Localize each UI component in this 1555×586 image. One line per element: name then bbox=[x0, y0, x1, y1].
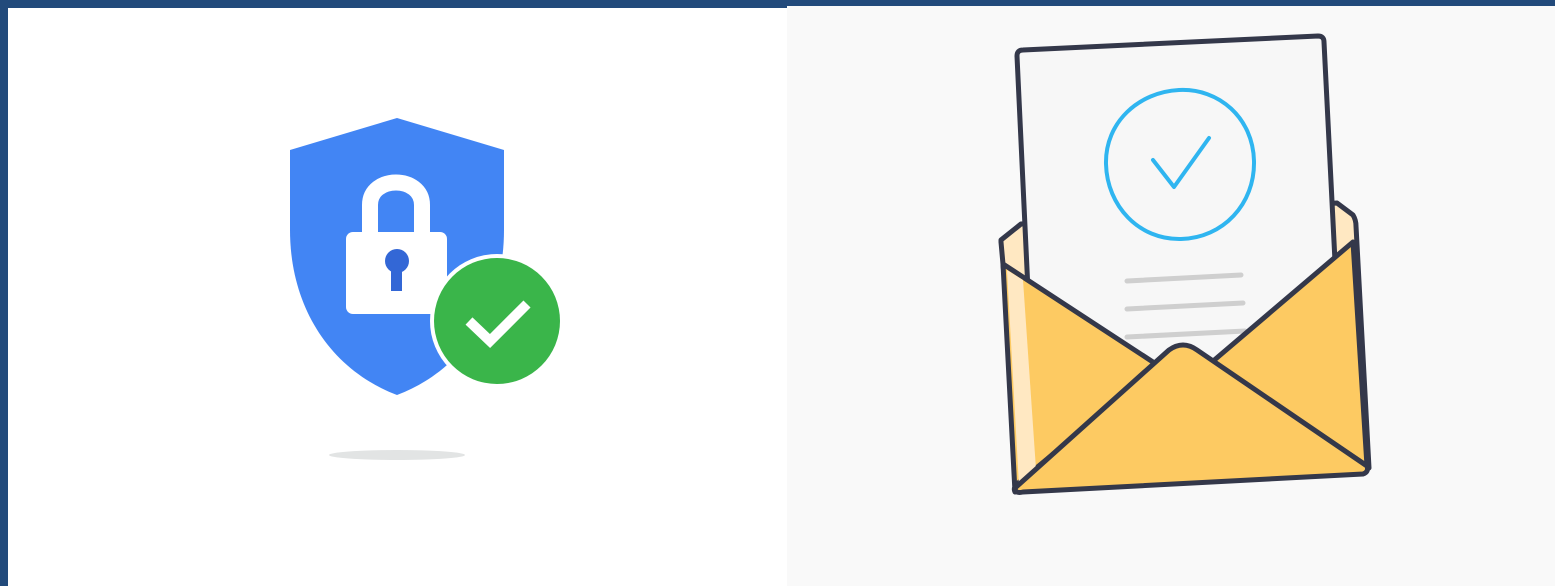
open-envelope-check-icon bbox=[998, 33, 1372, 495]
check-badge bbox=[434, 258, 560, 384]
shield-lock-check-icon bbox=[290, 118, 564, 460]
image-stage bbox=[0, 0, 1555, 586]
email-confirmation-panel bbox=[787, 6, 1555, 586]
security-panel bbox=[8, 8, 787, 586]
shield-shadow bbox=[329, 450, 465, 460]
keyhole-slot bbox=[391, 266, 402, 291]
